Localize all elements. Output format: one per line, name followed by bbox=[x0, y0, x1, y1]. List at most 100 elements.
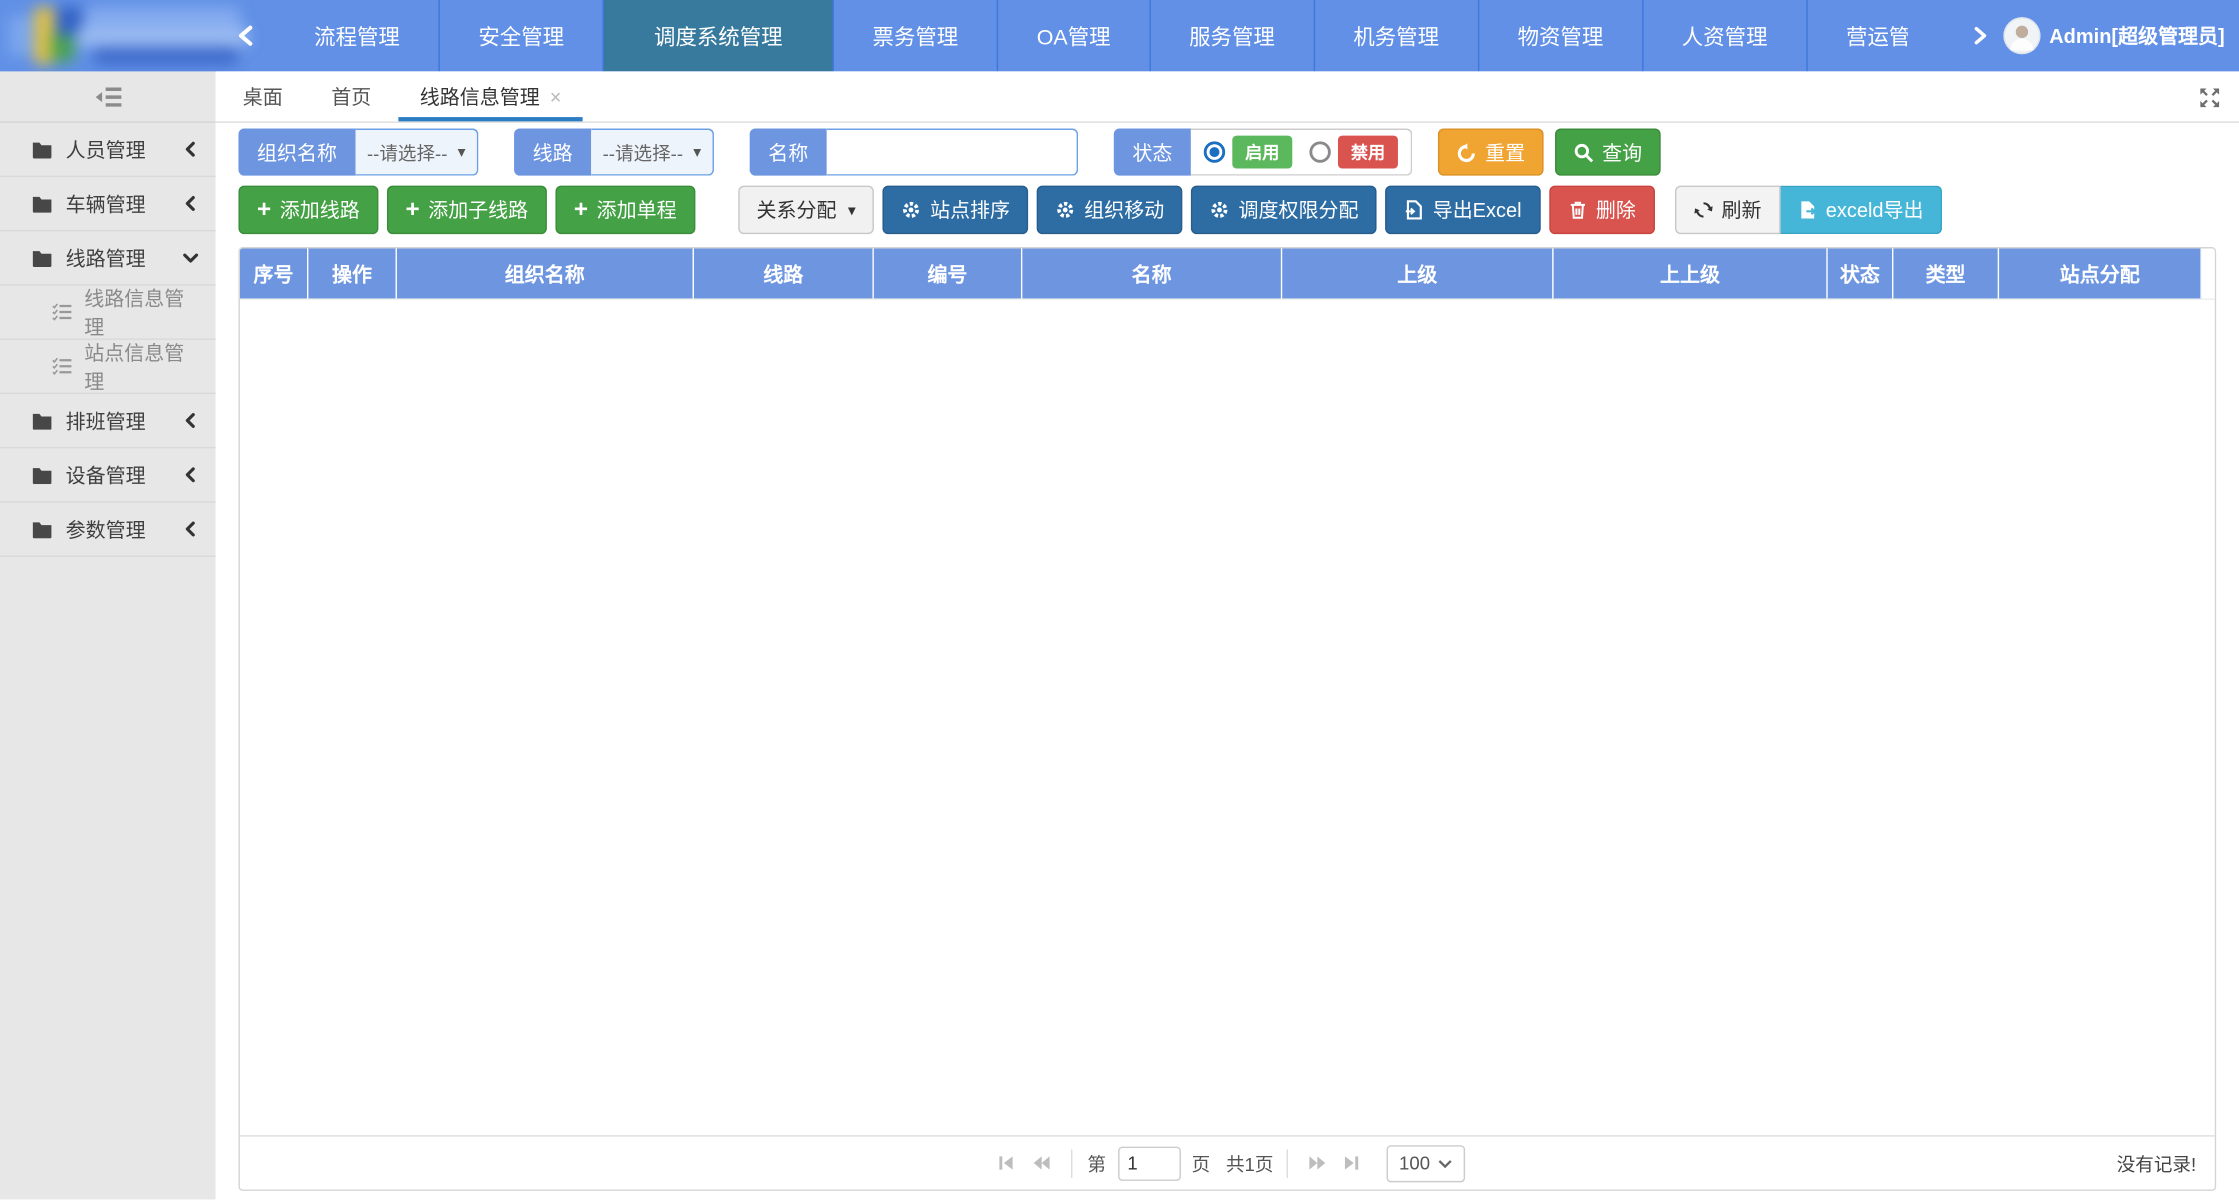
total-pages: 共1页 bbox=[1226, 1149, 1273, 1176]
search-button[interactable]: 查询 bbox=[1555, 129, 1661, 176]
gear-icon bbox=[902, 200, 922, 220]
tab-home[interactable]: 首页 bbox=[310, 71, 393, 121]
last-page-button[interactable] bbox=[1335, 1146, 1369, 1180]
add-single-trip-button[interactable]: + 添加单程 bbox=[555, 186, 695, 235]
sidebar-item-equipment[interactable]: 设备管理 bbox=[0, 448, 216, 502]
refresh-icon bbox=[1693, 200, 1713, 220]
page-number-input[interactable] bbox=[1117, 1146, 1180, 1180]
gear-icon bbox=[1056, 200, 1076, 220]
nav-scroll-right-icon[interactable] bbox=[1961, 0, 1998, 71]
navbar-user-area: Admin[超级管理员] bbox=[1961, 0, 2239, 71]
top-navbar: 流程管理 安全管理 调度系统管理 票务管理 OA管理 服务管理 机务管理 物资管… bbox=[0, 0, 2239, 71]
reset-button[interactable]: 重置 bbox=[1438, 129, 1544, 176]
column-header-code[interactable]: 编号 bbox=[874, 248, 1023, 298]
fullscreen-button[interactable] bbox=[2199, 71, 2220, 122]
exceld-export-button[interactable]: exceld导出 bbox=[1780, 186, 1942, 235]
nav-scroll-left-icon[interactable] bbox=[217, 0, 274, 71]
nav-item-process[interactable]: 流程管理 bbox=[274, 0, 438, 71]
prev-page-button[interactable] bbox=[1023, 1146, 1057, 1180]
column-header-type[interactable]: 类型 bbox=[1893, 248, 1999, 298]
refresh-button[interactable]: 刷新 bbox=[1674, 186, 1780, 235]
page-size-select[interactable]: 100 bbox=[1386, 1144, 1466, 1181]
nav-item-hr[interactable]: 人资管理 bbox=[1642, 0, 1806, 71]
folder-icon bbox=[31, 248, 52, 267]
column-header-org-name[interactable]: 组织名称 bbox=[397, 248, 694, 298]
filter-org-group: 组织名称 --请选择-- ▾ bbox=[238, 129, 478, 176]
nav-item-dispatch-system[interactable]: 调度系统管理 bbox=[603, 0, 833, 71]
sidebar-menu: 人员管理 车辆管理 线路管理 线路信息管理 bbox=[0, 123, 216, 557]
column-header-parent[interactable]: 上级 bbox=[1282, 248, 1553, 298]
radio-disabled[interactable] bbox=[1309, 141, 1330, 162]
radio-enabled[interactable] bbox=[1204, 141, 1225, 162]
plus-icon: + bbox=[405, 196, 419, 220]
delete-button[interactable]: 删除 bbox=[1549, 186, 1655, 235]
column-header-station-assign[interactable]: 站点分配 bbox=[1999, 248, 2202, 298]
nav-item-oa[interactable]: OA管理 bbox=[997, 0, 1149, 71]
name-input[interactable] bbox=[827, 129, 1078, 176]
nav-item-ticketing[interactable]: 票务管理 bbox=[833, 0, 997, 71]
column-header-line[interactable]: 线路 bbox=[694, 248, 874, 298]
column-header-name[interactable]: 名称 bbox=[1022, 248, 1282, 298]
filter-status-label: 状态 bbox=[1114, 129, 1191, 176]
export-excel-button[interactable]: 导出Excel bbox=[1386, 186, 1541, 235]
nav-item-operations[interactable]: 营运管理 bbox=[1806, 0, 1908, 71]
caret-down-icon: ▾ bbox=[458, 143, 466, 162]
nav-item-materials[interactable]: 物资管理 bbox=[1478, 0, 1642, 71]
pager-divider bbox=[1070, 1149, 1071, 1178]
first-page-icon bbox=[997, 1154, 1016, 1173]
sidebar-item-station-info[interactable]: 站点信息管理 bbox=[0, 340, 216, 394]
sidebar-collapse-button[interactable] bbox=[0, 71, 216, 122]
enabled-badge[interactable]: 启用 bbox=[1232, 136, 1292, 169]
org-move-button[interactable]: 组织移动 bbox=[1037, 186, 1183, 235]
column-header-actions[interactable]: 操作 bbox=[308, 248, 397, 298]
last-page-icon bbox=[1343, 1154, 1362, 1173]
disabled-badge[interactable]: 禁用 bbox=[1338, 136, 1398, 169]
next-page-icon bbox=[1308, 1154, 1328, 1173]
pager-divider bbox=[1286, 1149, 1287, 1178]
sidebar-item-lines[interactable]: 线路管理 bbox=[0, 231, 216, 285]
column-header-grandparent[interactable]: 上上级 bbox=[1554, 248, 1828, 298]
trash-icon bbox=[1567, 200, 1587, 220]
nav-item-service[interactable]: 服务管理 bbox=[1149, 0, 1313, 71]
dispatch-permission-button[interactable]: 调度权限分配 bbox=[1191, 186, 1377, 235]
sidebar-item-parameters[interactable]: 参数管理 bbox=[0, 503, 216, 557]
filter-name-group: 名称 bbox=[750, 129, 1078, 176]
prev-page-icon bbox=[1030, 1154, 1050, 1173]
station-sort-button[interactable]: 站点排序 bbox=[883, 186, 1029, 235]
chevron-left-icon bbox=[183, 413, 199, 429]
sidebar-item-personnel[interactable]: 人员管理 bbox=[0, 123, 216, 177]
tab-line-info[interactable]: 线路信息管理 × bbox=[398, 71, 582, 121]
sidebar-item-vehicles[interactable]: 车辆管理 bbox=[0, 177, 216, 231]
sidebar-item-scheduling[interactable]: 排班管理 bbox=[0, 394, 216, 448]
chevron-left-icon bbox=[183, 521, 199, 537]
nav-item-machinery[interactable]: 机务管理 bbox=[1313, 0, 1477, 71]
next-page-button[interactable] bbox=[1301, 1146, 1335, 1180]
add-line-button[interactable]: + 添加线路 bbox=[238, 186, 378, 235]
avatar[interactable] bbox=[2004, 17, 2041, 54]
line-select[interactable]: --请选择-- ▾ bbox=[591, 129, 714, 176]
empty-records-message: 没有记录! bbox=[2117, 1149, 2196, 1176]
sidebar-item-line-info[interactable]: 线路信息管理 bbox=[0, 286, 216, 340]
nav-item-safety[interactable]: 安全管理 bbox=[438, 0, 602, 71]
caret-down-icon: ▾ bbox=[848, 201, 856, 220]
tab-close-icon[interactable]: × bbox=[550, 86, 562, 106]
add-subline-button[interactable]: + 添加子线路 bbox=[387, 186, 547, 235]
file-export-icon bbox=[1404, 200, 1424, 220]
column-header-index[interactable]: 序号 bbox=[240, 248, 309, 298]
grid-footer: 第 页 共1页 100 bbox=[240, 1135, 2215, 1189]
org-select[interactable]: --请选择-- ▾ bbox=[356, 129, 479, 176]
sidebar-collapse-icon bbox=[92, 85, 123, 108]
relation-assign-dropdown[interactable]: 关系分配 ▾ bbox=[738, 186, 874, 235]
folder-icon bbox=[31, 194, 52, 213]
first-page-button[interactable] bbox=[989, 1146, 1023, 1180]
column-header-status[interactable]: 状态 bbox=[1828, 248, 1894, 298]
gear-icon bbox=[1210, 200, 1230, 220]
tab-desktop[interactable]: 桌面 bbox=[221, 71, 304, 121]
main-area: 桌面 首页 线路信息管理 × bbox=[216, 71, 2239, 1199]
grid-body-empty bbox=[240, 298, 2215, 1135]
user-name[interactable]: Admin[超级管理员] bbox=[2049, 21, 2224, 50]
sidebar: 人员管理 车辆管理 线路管理 线路信息管理 bbox=[0, 71, 216, 1199]
folder-icon bbox=[31, 520, 52, 539]
chevron-down-icon bbox=[1439, 1159, 1453, 1168]
page-suffix: 页 bbox=[1192, 1149, 1211, 1176]
